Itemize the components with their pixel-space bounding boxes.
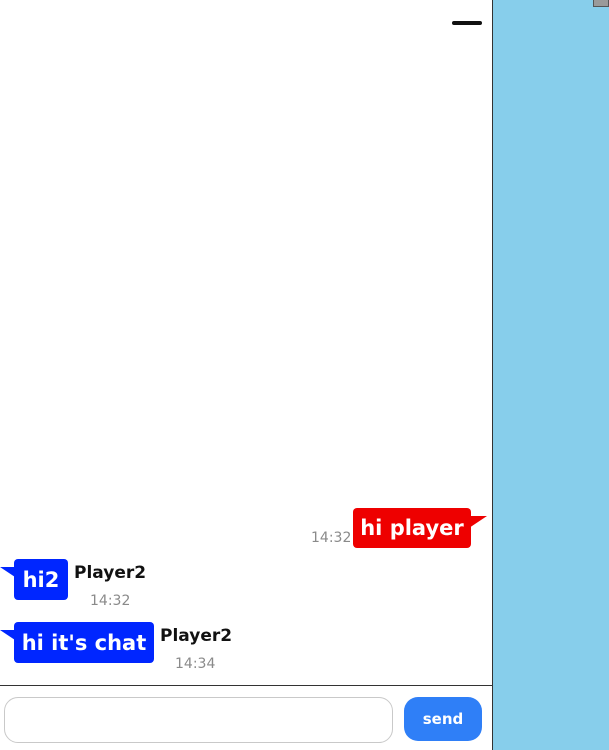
sender-name: Player2	[160, 626, 233, 646]
message-time: 14:34	[175, 656, 216, 672]
message-bubble: hi player	[353, 508, 471, 548]
message-text: hi player	[360, 516, 464, 540]
message-text: hi2	[22, 567, 60, 592]
sender-name: Player2	[74, 563, 147, 583]
message-bubble: hi it's chat	[14, 622, 154, 663]
corner-widget	[593, 0, 609, 7]
send-button[interactable]: send	[404, 697, 482, 741]
bubble-tail	[469, 516, 487, 528]
message-time: 14:32	[90, 593, 131, 609]
chat-panel: hi player 14:32 hi2 Player2 14:32 hi it'…	[0, 0, 493, 750]
message-bubble: hi2	[14, 559, 68, 600]
minimize-icon[interactable]	[448, 10, 486, 36]
message-text: hi it's chat	[21, 630, 147, 655]
message-input[interactable]	[4, 697, 393, 743]
message-time: 14:32	[311, 530, 352, 546]
chat-input-bar: send	[0, 685, 492, 750]
